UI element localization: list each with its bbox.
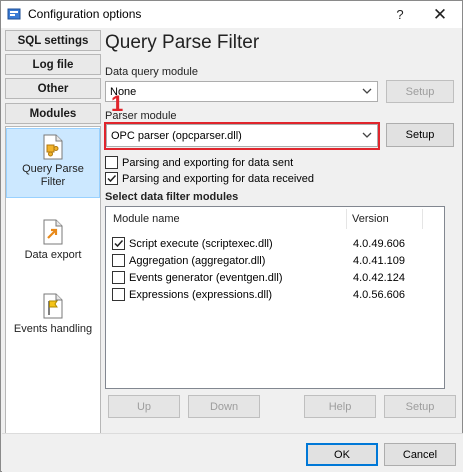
data-query-label: Data query module <box>105 66 198 78</box>
row-version: 4.0.56.606 <box>353 289 405 301</box>
checkbox-received[interactable] <box>105 172 118 185</box>
row-module-name: Expressions (expressions.dll) <box>129 289 273 301</box>
module-label: Filter <box>40 176 66 188</box>
row-checkbox[interactable] <box>112 237 125 250</box>
data-query-setup-button[interactable]: Setup <box>386 80 454 103</box>
tab-sql-settings[interactable]: SQL settings <box>5 30 101 51</box>
up-button[interactable]: Up <box>108 395 180 418</box>
row-checkbox[interactable] <box>112 271 125 284</box>
chk-data-sent[interactable]: Parsing and exporting for data sent <box>105 155 293 170</box>
module-item-events-handling[interactable]: Events handling <box>6 293 100 343</box>
col-header-module-name[interactable]: Module name <box>113 213 180 225</box>
help-button[interactable]: Help <box>304 395 376 418</box>
page-title: Query Parse Filter <box>105 32 260 53</box>
row-module-name: Script execute (scriptexec.dll) <box>129 238 273 250</box>
close-button[interactable]: ✕ <box>421 1 459 28</box>
module-list: Query Parse Filter Data export Events ha… <box>5 126 101 460</box>
content-panel: Query Parse Filter Data query module Non… <box>103 28 461 433</box>
dialog-button-bar: OK Cancel <box>2 433 463 472</box>
cancel-button[interactable]: Cancel <box>384 443 456 466</box>
chk-data-received-label: Parsing and exporting for data received <box>122 172 315 185</box>
chk-data-received[interactable]: Parsing and exporting for data received <box>105 171 314 186</box>
row-module-name: Aggregation (aggregator.dll) <box>129 255 266 267</box>
row-version: 4.0.41.109 <box>353 255 405 267</box>
down-button[interactable]: Down <box>188 395 260 418</box>
flag-icon <box>43 293 63 319</box>
row-module-name: Events generator (eventgen.dll) <box>129 272 283 284</box>
list-header: Module name Version <box>106 207 444 231</box>
filter-setup-button[interactable]: Setup <box>384 395 456 418</box>
checkmark-icon <box>114 239 124 248</box>
tab-other[interactable]: Other <box>5 78 101 99</box>
filter-module-list: Module name Version Script execute (scri… <box>105 206 445 389</box>
tab-modules[interactable]: Modules <box>5 103 101 124</box>
module-item-query-parse-filter[interactable]: Query Parse Filter <box>6 128 100 198</box>
chevron-down-icon <box>362 88 372 94</box>
export-icon <box>43 219 63 245</box>
filter-section-title: Select data filter modules <box>105 191 239 203</box>
app-icon <box>7 8 21 20</box>
ok-button[interactable]: OK <box>306 443 378 466</box>
table-row[interactable]: Script execute (scriptexec.dll) 4.0.49.6… <box>112 236 442 253</box>
window-title: Configuration options <box>28 7 142 21</box>
configuration-window: Configuration options ? ✕ SQL settings L… <box>0 0 463 472</box>
help-title-button[interactable]: ? <box>381 1 419 28</box>
step-marker: 1 <box>111 91 124 116</box>
checkmark-icon <box>107 174 117 183</box>
chk-data-sent-label: Parsing and exporting for data sent <box>122 156 294 169</box>
table-row[interactable]: Aggregation (aggregator.dll) 4.0.41.109 <box>112 253 442 270</box>
module-item-data-export[interactable]: Data export <box>6 219 100 269</box>
table-row[interactable]: Expressions (expressions.dll) 4.0.56.606 <box>112 287 442 304</box>
tab-log-file[interactable]: Log file <box>5 54 101 75</box>
puzzle-icon <box>43 134 63 160</box>
row-version: 4.0.49.606 <box>353 238 405 250</box>
highlight-frame <box>104 122 380 150</box>
title-bar: Configuration options ? ✕ <box>1 1 462 28</box>
row-checkbox[interactable] <box>112 288 125 301</box>
parser-setup-button[interactable]: Setup <box>386 123 454 147</box>
module-label: Data export <box>24 249 82 261</box>
column-divider <box>422 209 423 229</box>
module-label: Query Parse <box>22 163 84 175</box>
row-checkbox[interactable] <box>112 254 125 267</box>
table-row[interactable]: Events generator (eventgen.dll) 4.0.42.1… <box>112 270 442 287</box>
column-divider <box>346 209 347 229</box>
row-version: 4.0.42.124 <box>353 272 405 284</box>
checkbox-sent[interactable] <box>105 156 118 169</box>
module-label: Events handling <box>13 323 93 335</box>
col-header-version[interactable]: Version <box>352 213 389 225</box>
data-query-select[interactable]: None <box>105 81 378 102</box>
